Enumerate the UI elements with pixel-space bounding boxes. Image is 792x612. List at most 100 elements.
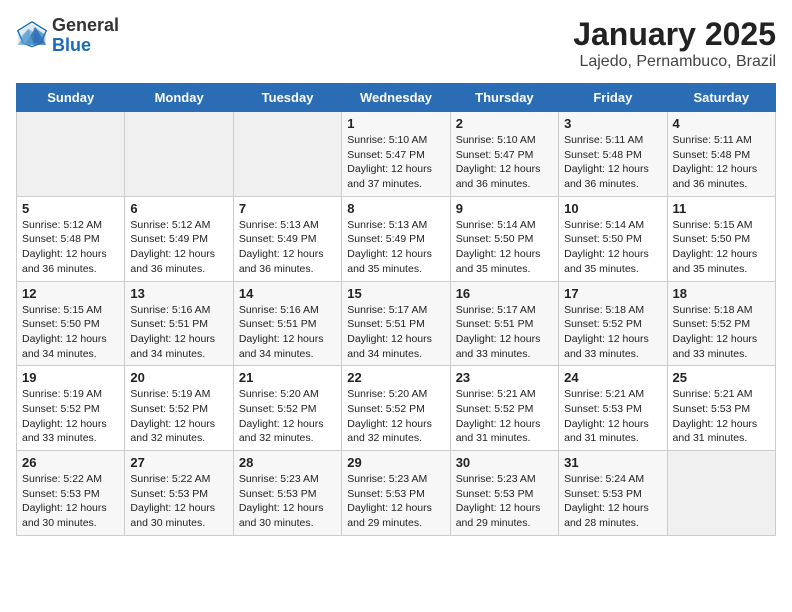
day-info: Sunrise: 5:21 AMSunset: 5:53 PMDaylight:…: [564, 387, 661, 446]
calendar-cell: 21 Sunrise: 5:20 AMSunset: 5:52 PMDayligh…: [233, 366, 341, 451]
day-number: 17: [564, 286, 661, 301]
day-number: 18: [673, 286, 770, 301]
weekday-header-friday: Friday: [559, 84, 667, 112]
day-number: 31: [564, 455, 661, 470]
day-info: Sunrise: 5:14 AMSunset: 5:50 PMDaylight:…: [564, 218, 661, 277]
day-number: 6: [130, 201, 227, 216]
day-info: Sunrise: 5:13 AMSunset: 5:49 PMDaylight:…: [347, 218, 444, 277]
calendar-cell: 24Sunrise: 5:21 AMSunset: 5:53 PMDayligh…: [559, 366, 667, 451]
day-number: 5: [22, 201, 119, 216]
calendar-cell: 5 Sunrise: 5:12 AMSunset: 5:48 PMDaylight…: [17, 196, 125, 281]
day-number: 14: [239, 286, 336, 301]
day-number: 8: [347, 201, 444, 216]
day-number: 20: [130, 370, 227, 385]
calendar-cell: 6 Sunrise: 5:12 AMSunset: 5:49 PMDaylight…: [125, 196, 233, 281]
logo: General Blue: [16, 16, 119, 56]
day-info: Sunrise: 5:24 AMSunset: 5:53 PMDaylight:…: [564, 472, 661, 531]
day-info: Sunrise: 5:23 AMSunset: 5:53 PMDaylight:…: [347, 472, 444, 531]
day-info: Sunrise: 5:19 AMSunset: 5:52 PMDaylight:…: [130, 387, 227, 446]
day-number: 13: [130, 286, 227, 301]
calendar-cell: 22 Sunrise: 5:20 AMSunset: 5:52 PMDayligh…: [342, 366, 450, 451]
day-info: Sunrise: 5:18 AMSunset: 5:52 PMDaylight:…: [673, 303, 770, 362]
day-info: Sunrise: 5:19 AMSunset: 5:52 PMDaylight:…: [22, 387, 119, 446]
calendar-cell: [17, 112, 125, 197]
day-info: Sunrise: 5:10 AMSunset: 5:47 PMDaylight:…: [347, 133, 444, 192]
day-number: 25: [673, 370, 770, 385]
day-info: Sunrise: 5:15 AMSunset: 5:50 PMDaylight:…: [673, 218, 770, 277]
day-number: 2: [456, 116, 553, 131]
calendar-subtitle: Lajedo, Pernambuco, Brazil: [573, 53, 776, 71]
calendar-title: January 2025: [573, 16, 776, 53]
calendar-cell: 15Sunrise: 5:17 AMSunset: 5:51 PMDayligh…: [342, 281, 450, 366]
calendar-cell: 10 Sunrise: 5:14 AMSunset: 5:50 PMDayligh…: [559, 196, 667, 281]
calendar-cell: 13 Sunrise: 5:16 AMSunset: 5:51 PMDayligh…: [125, 281, 233, 366]
calendar-cell: [667, 451, 775, 536]
calendar-cell: 20 Sunrise: 5:19 AMSunset: 5:52 PMDayligh…: [125, 366, 233, 451]
calendar-cell: 27 Sunrise: 5:22 AMSunset: 5:53 PMDayligh…: [125, 451, 233, 536]
calendar-cell: 25 Sunrise: 5:21 AMSunset: 5:53 PMDayligh…: [667, 366, 775, 451]
day-info: Sunrise: 5:16 AMSunset: 5:51 PMDaylight:…: [130, 303, 227, 362]
day-number: 11: [673, 201, 770, 216]
day-number: 27: [130, 455, 227, 470]
day-info: Sunrise: 5:14 AMSunset: 5:50 PMDaylight:…: [456, 218, 553, 277]
calendar-table: SundayMondayTuesdayWednesdayThursdayFrid…: [16, 83, 776, 536]
week-row-3: 12Sunrise: 5:15 AMSunset: 5:50 PMDayligh…: [17, 281, 776, 366]
day-info: Sunrise: 5:12 AMSunset: 5:49 PMDaylight:…: [130, 218, 227, 277]
calendar-cell: 1 Sunrise: 5:10 AMSunset: 5:47 PMDaylight…: [342, 112, 450, 197]
day-info: Sunrise: 5:18 AMSunset: 5:52 PMDaylight:…: [564, 303, 661, 362]
calendar-cell: 26 Sunrise: 5:22 AMSunset: 5:53 PMDayligh…: [17, 451, 125, 536]
calendar-cell: 18 Sunrise: 5:18 AMSunset: 5:52 PMDayligh…: [667, 281, 775, 366]
weekday-header-monday: Monday: [125, 84, 233, 112]
day-number: 16: [456, 286, 553, 301]
day-number: 22: [347, 370, 444, 385]
day-info: Sunrise: 5:17 AMSunset: 5:51 PMDaylight:…: [456, 303, 553, 362]
calendar-cell: 16 Sunrise: 5:17 AMSunset: 5:51 PMDayligh…: [450, 281, 558, 366]
calendar-cell: 31 Sunrise: 5:24 AMSunset: 5:53 PMDayligh…: [559, 451, 667, 536]
logo-general: General: [52, 15, 119, 35]
day-number: 21: [239, 370, 336, 385]
weekday-header-saturday: Saturday: [667, 84, 775, 112]
logo-text: General Blue: [52, 16, 119, 56]
day-number: 19: [22, 370, 119, 385]
week-row-2: 5 Sunrise: 5:12 AMSunset: 5:48 PMDaylight…: [17, 196, 776, 281]
week-row-5: 26 Sunrise: 5:22 AMSunset: 5:53 PMDayligh…: [17, 451, 776, 536]
day-info: Sunrise: 5:20 AMSunset: 5:52 PMDaylight:…: [239, 387, 336, 446]
weekday-header-wednesday: Wednesday: [342, 84, 450, 112]
day-info: Sunrise: 5:22 AMSunset: 5:53 PMDaylight:…: [130, 472, 227, 531]
calendar-cell: 4Sunrise: 5:11 AMSunset: 5:48 PMDaylight…: [667, 112, 775, 197]
day-number: 4: [673, 116, 770, 131]
day-number: 26: [22, 455, 119, 470]
day-info: Sunrise: 5:23 AMSunset: 5:53 PMDaylight:…: [239, 472, 336, 531]
weekday-header-sunday: Sunday: [17, 84, 125, 112]
calendar-cell: 30 Sunrise: 5:23 AMSunset: 5:53 PMDayligh…: [450, 451, 558, 536]
day-info: Sunrise: 5:16 AMSunset: 5:51 PMDaylight:…: [239, 303, 336, 362]
calendar-cell: 23Sunrise: 5:21 AMSunset: 5:52 PMDayligh…: [450, 366, 558, 451]
calendar-cell: 19 Sunrise: 5:19 AMSunset: 5:52 PMDayligh…: [17, 366, 125, 451]
calendar-cell: 3 Sunrise: 5:11 AMSunset: 5:48 PMDaylight…: [559, 112, 667, 197]
calendar-cell: 2 Sunrise: 5:10 AMSunset: 5:47 PMDaylight…: [450, 112, 558, 197]
day-info: Sunrise: 5:11 AMSunset: 5:48 PMDaylight:…: [564, 133, 661, 192]
day-info: Sunrise: 5:20 AMSunset: 5:52 PMDaylight:…: [347, 387, 444, 446]
day-number: 29: [347, 455, 444, 470]
day-number: 23: [456, 370, 553, 385]
logo-icon: [16, 20, 48, 52]
logo-blue: Blue: [52, 35, 91, 55]
calendar-cell: 14 Sunrise: 5:16 AMSunset: 5:51 PMDayligh…: [233, 281, 341, 366]
day-info: Sunrise: 5:10 AMSunset: 5:47 PMDaylight:…: [456, 133, 553, 192]
day-info: Sunrise: 5:13 AMSunset: 5:49 PMDaylight:…: [239, 218, 336, 277]
day-number: 3: [564, 116, 661, 131]
day-info: Sunrise: 5:21 AMSunset: 5:53 PMDaylight:…: [673, 387, 770, 446]
day-number: 1: [347, 116, 444, 131]
day-number: 30: [456, 455, 553, 470]
day-info: Sunrise: 5:12 AMSunset: 5:48 PMDaylight:…: [22, 218, 119, 277]
week-row-4: 19 Sunrise: 5:19 AMSunset: 5:52 PMDayligh…: [17, 366, 776, 451]
page-header: General Blue January 2025 Lajedo, Pernam…: [16, 16, 776, 71]
calendar-cell: [233, 112, 341, 197]
day-info: Sunrise: 5:23 AMSunset: 5:53 PMDaylight:…: [456, 472, 553, 531]
calendar-cell: 28 Sunrise: 5:23 AMSunset: 5:53 PMDayligh…: [233, 451, 341, 536]
weekday-header-thursday: Thursday: [450, 84, 558, 112]
day-info: Sunrise: 5:22 AMSunset: 5:53 PMDaylight:…: [22, 472, 119, 531]
day-number: 10: [564, 201, 661, 216]
calendar-cell: 9Sunrise: 5:14 AMSunset: 5:50 PMDaylight…: [450, 196, 558, 281]
day-number: 28: [239, 455, 336, 470]
